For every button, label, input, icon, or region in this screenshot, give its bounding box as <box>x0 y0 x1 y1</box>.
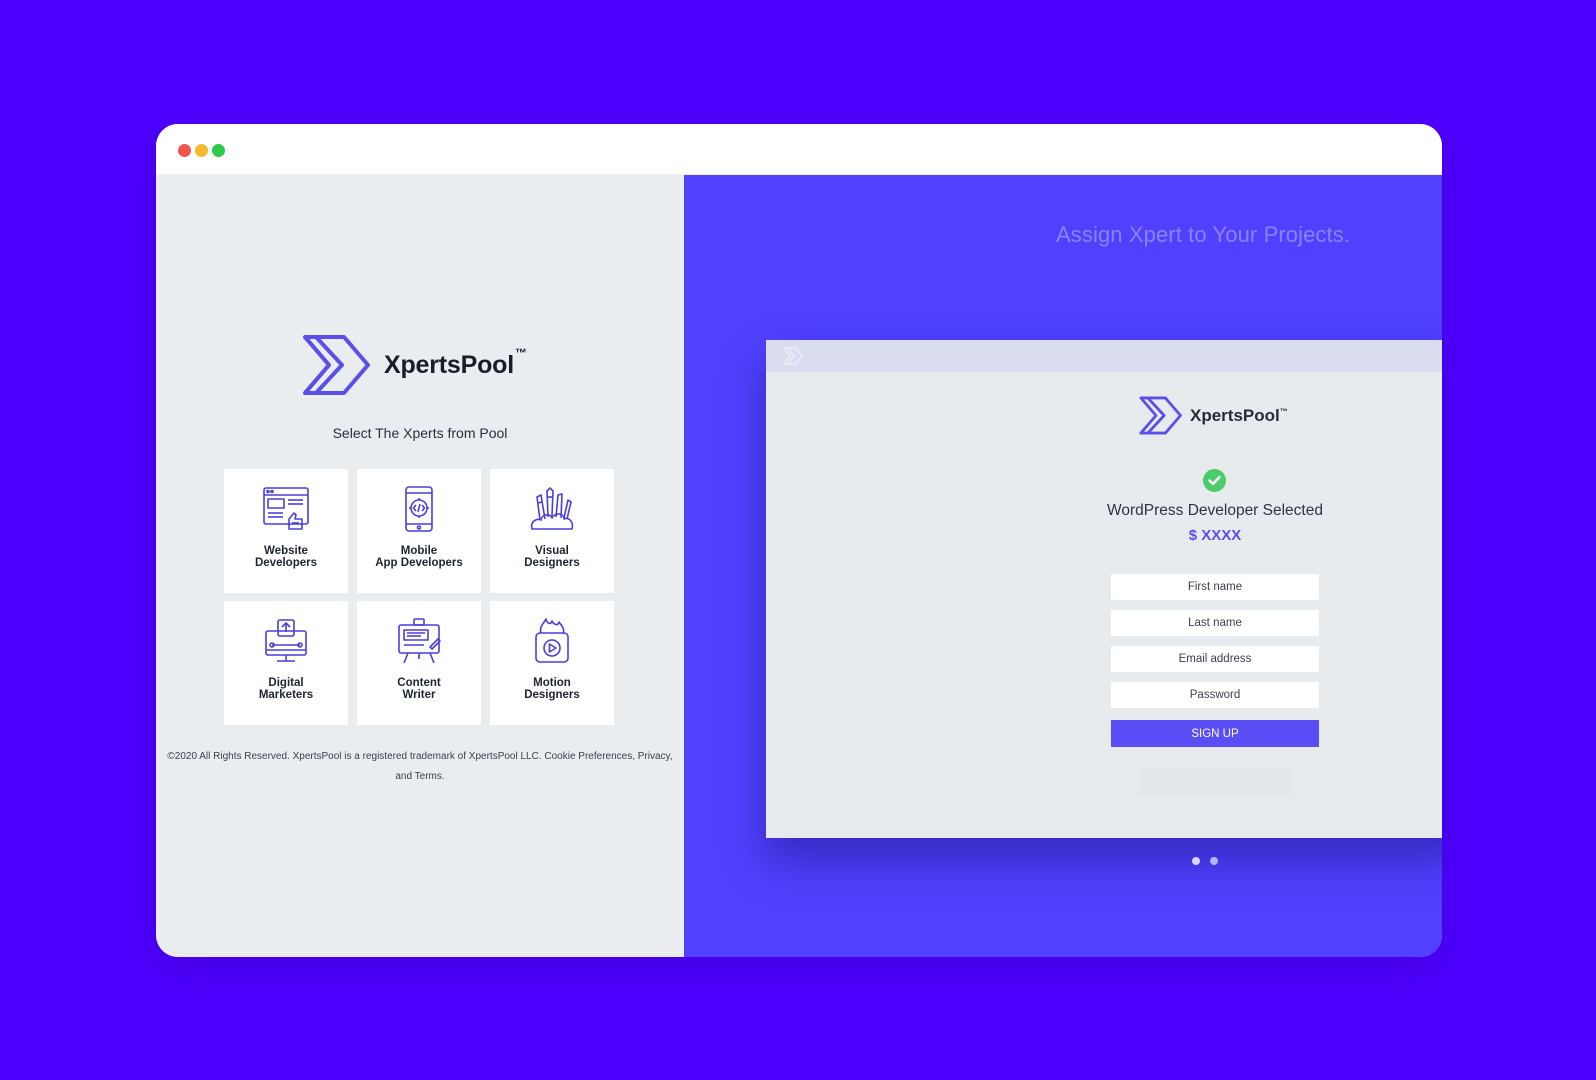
promo-panel: Assign Xpert to Your Projects. XpertsPoo… <box>684 175 1442 957</box>
brand-name: XpertsPool™ <box>384 346 527 379</box>
category-label: Visual Designers <box>524 545 580 569</box>
signup-preview-window: XpertsPool™ WordPress Developer Selected… <box>766 340 1442 838</box>
preview-titlebar <box>766 340 1442 372</box>
category-label: Motion Designers <box>524 677 580 701</box>
category-label: Mobile App Developers <box>375 545 463 569</box>
signup-form: SIGN UP <box>1111 574 1319 747</box>
minimize-window-button[interactable] <box>195 144 208 157</box>
carousel-pager <box>1192 857 1218 865</box>
design-tools-icon <box>530 487 574 530</box>
category-label: Content Writer <box>397 677 441 701</box>
mobile-app-icon <box>405 486 433 532</box>
signup-button[interactable]: SIGN UP <box>1111 720 1319 747</box>
category-card-visual-designers[interactable]: Visual Designers <box>490 469 614 593</box>
xpertspool-logo-icon <box>782 347 803 365</box>
check-icon <box>1203 469 1226 492</box>
browser-window: XpertsPool™ Select The Xperts from Pool <box>156 124 1442 957</box>
window-titlebar <box>156 124 1442 175</box>
secondary-action-placeholder <box>1139 768 1291 796</box>
category-label: Digital Marketers <box>258 677 314 701</box>
carousel-dot-2[interactable] <box>1210 857 1218 865</box>
maximize-window-button[interactable] <box>212 144 225 157</box>
close-window-button[interactable] <box>178 144 191 157</box>
xpertspool-logo-icon <box>303 335 370 395</box>
copyright-notice: ©2020 All Rights Reserved. XpertsPool is… <box>167 751 673 782</box>
category-label: Website Developers <box>254 545 317 569</box>
preview-brand-name: XpertsPool™ <box>1190 405 1288 425</box>
price-label: $ XXXX <box>1188 527 1242 544</box>
promo-heading: Assign Xpert to Your Projects. <box>1056 222 1351 247</box>
page-content: XpertsPool™ Select The Xperts from Pool <box>156 175 1442 957</box>
category-card-website-developers[interactable]: Website Developers <box>224 469 348 593</box>
category-card-motion-designers[interactable]: Motion Designers <box>490 601 614 725</box>
expert-selection-panel: XpertsPool™ Select The Xperts from Pool <box>156 175 684 957</box>
marketing-monitor-icon <box>265 619 307 662</box>
selection-confirmation: WordPress Developer Selected <box>1107 502 1323 519</box>
password-field[interactable] <box>1111 682 1319 708</box>
email-field[interactable] <box>1111 646 1319 672</box>
category-card-content-writer[interactable]: Content Writer <box>357 601 481 725</box>
carousel-dot-1[interactable] <box>1192 857 1200 865</box>
tagline: Select The Xperts from Pool <box>332 425 508 441</box>
expert-category-grid: Website Developers Mobile App Developers <box>224 469 614 725</box>
motion-video-icon <box>535 618 569 663</box>
website-icon <box>263 487 309 530</box>
last-name-field[interactable] <box>1111 610 1319 636</box>
brand-logo[interactable]: XpertsPool™ <box>302 333 527 397</box>
preview-brand-logo: XpertsPool™ <box>1139 396 1288 435</box>
xpertspool-logo-icon <box>1139 396 1182 435</box>
content-board-icon <box>398 618 441 664</box>
category-card-mobile-app-developers[interactable]: Mobile App Developers <box>357 469 481 593</box>
category-card-digital-marketers[interactable]: Digital Marketers <box>224 601 348 725</box>
first-name-field[interactable] <box>1111 574 1319 600</box>
